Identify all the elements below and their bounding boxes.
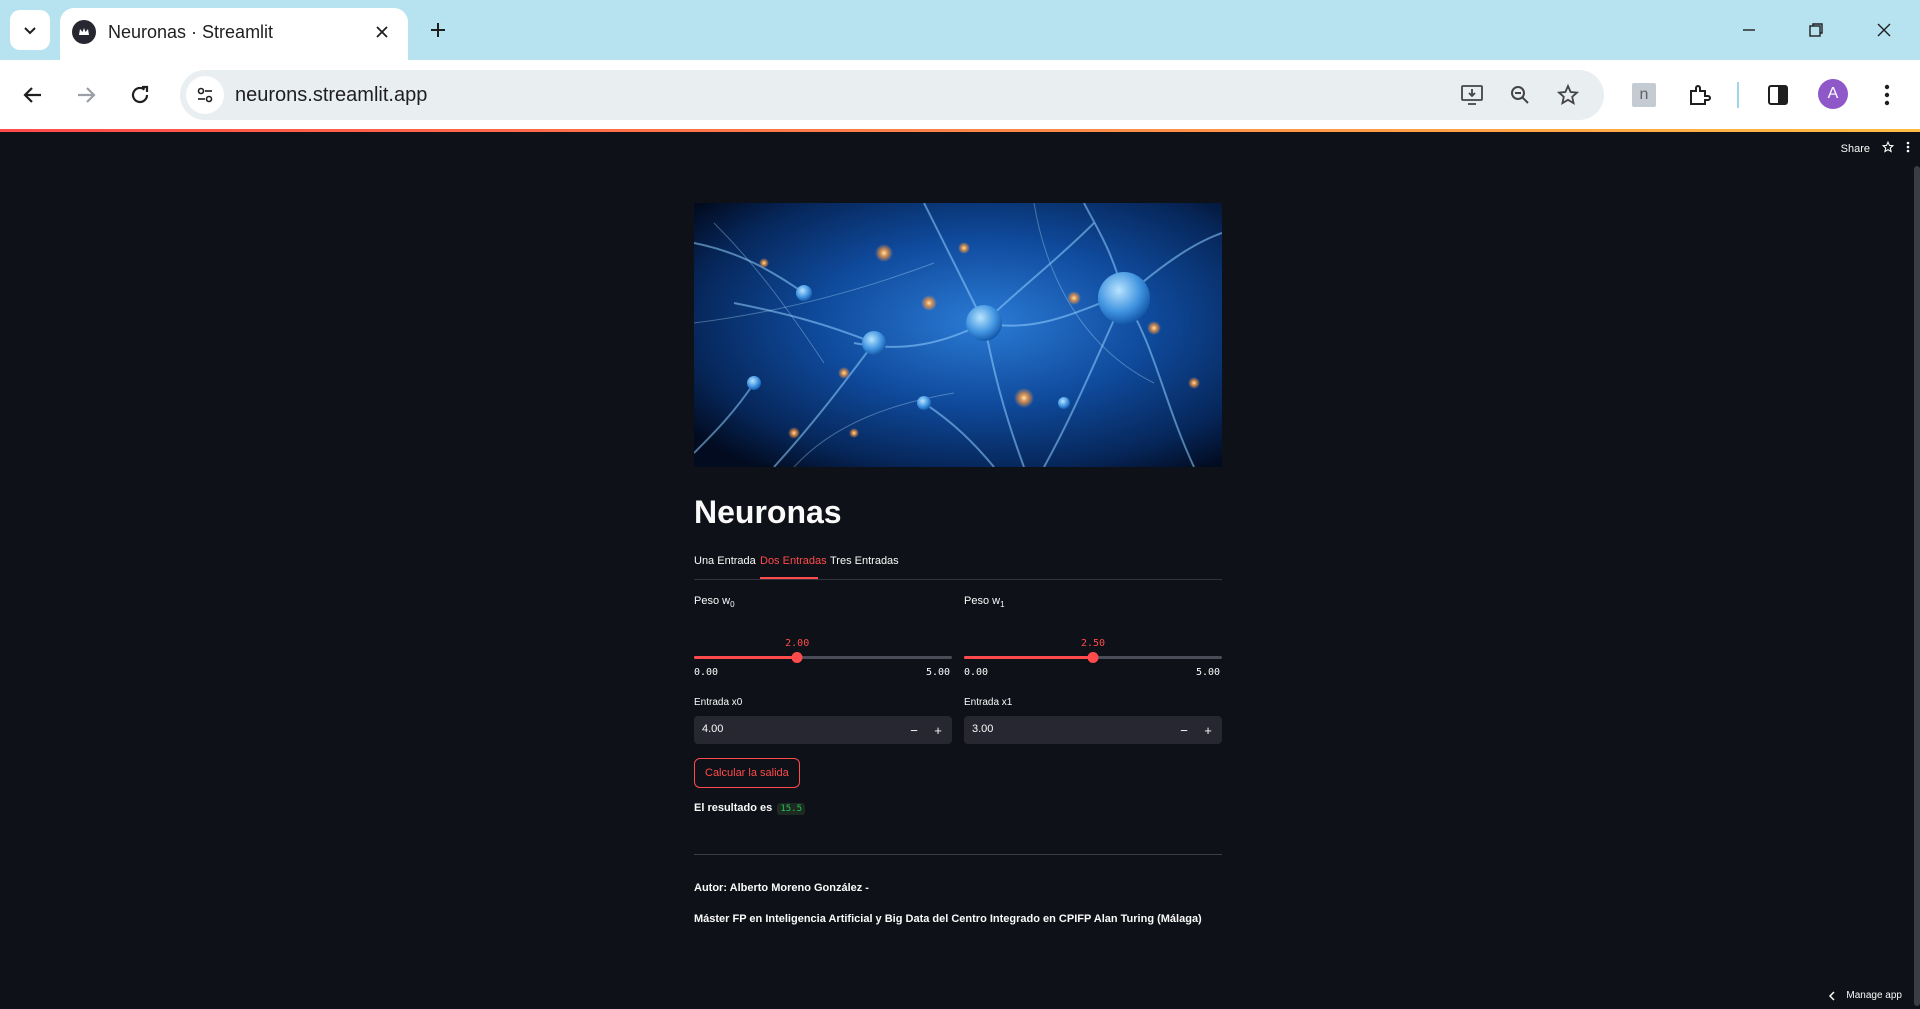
manage-app-label: Manage app bbox=[1846, 990, 1902, 1001]
input-x0-value[interactable]: 4.00 bbox=[702, 723, 723, 735]
side-panel-icon[interactable] bbox=[1761, 78, 1795, 112]
manage-app-button[interactable]: Manage app bbox=[1828, 990, 1902, 1001]
weight-w0-label: Peso w0 bbox=[694, 595, 735, 610]
zoom-icon[interactable] bbox=[1505, 80, 1535, 110]
input-x0-field[interactable]: 4.00 − + bbox=[694, 716, 952, 744]
browser-tab[interactable]: Neuronas · Streamlit bbox=[60, 8, 408, 60]
input-x1-field[interactable]: 3.00 − + bbox=[964, 716, 1222, 744]
close-tab-icon[interactable] bbox=[368, 18, 396, 46]
weight-w1-value: 2.50 bbox=[1080, 638, 1106, 649]
weight-w0-max: 5.00 bbox=[926, 667, 951, 678]
tab-tres-entradas[interactable]: Tres Entradas bbox=[830, 554, 899, 568]
tab-dos-entradas[interactable]: Dos Entradas bbox=[760, 554, 827, 568]
result-label: El resultado es bbox=[694, 802, 773, 814]
input-x0-decrement-button[interactable]: − bbox=[904, 720, 924, 740]
minimize-window-icon[interactable] bbox=[1727, 12, 1771, 48]
weight-w0-value: 2.00 bbox=[785, 638, 810, 649]
input-x1-decrement-button[interactable]: − bbox=[1174, 720, 1194, 740]
browser-menu-kebab-icon[interactable] bbox=[1870, 78, 1904, 112]
install-app-icon[interactable] bbox=[1457, 80, 1487, 110]
new-tab-plus-icon[interactable] bbox=[420, 14, 456, 46]
forward-arrow-icon[interactable] bbox=[66, 75, 106, 115]
page-title: Neuronas bbox=[694, 494, 842, 530]
calculate-output-button[interactable]: Calcular la salida bbox=[694, 758, 800, 788]
weight-w0-slider-thumb[interactable] bbox=[791, 652, 803, 663]
back-arrow-icon[interactable] bbox=[13, 75, 53, 115]
extensions-puzzle-icon[interactable] bbox=[1682, 78, 1716, 112]
input-x0-label: Entrada x0 bbox=[694, 697, 743, 708]
tab-search-button[interactable] bbox=[10, 10, 50, 50]
footer-program: Máster FP en Inteligencia Artificial y B… bbox=[694, 913, 1202, 925]
site-info-icon[interactable] bbox=[186, 76, 224, 114]
footer-author: Autor: Alberto Moreno González - bbox=[694, 882, 869, 894]
star-icon[interactable] bbox=[1881, 140, 1895, 158]
input-x1-increment-button[interactable]: + bbox=[1198, 720, 1218, 740]
weight-w1-max: 5.00 bbox=[1196, 667, 1221, 678]
weight-w0-slider-fill bbox=[694, 656, 798, 659]
tab-title: Neuronas · Streamlit bbox=[108, 22, 274, 42]
reload-icon[interactable] bbox=[120, 75, 160, 115]
neurons-hero-image bbox=[694, 203, 1222, 467]
weight-w1-slider-thumb[interactable] bbox=[1087, 652, 1099, 663]
result-value: 15.5 bbox=[777, 803, 806, 815]
address-bar[interactable]: neurons.streamlit.app bbox=[180, 70, 1604, 120]
restore-window-icon[interactable] bbox=[1794, 12, 1838, 48]
share-button[interactable]: Share bbox=[1841, 143, 1870, 155]
app-header-actions: Share bbox=[1841, 140, 1910, 158]
app-menu-kebab-icon[interactable] bbox=[1906, 140, 1910, 158]
footer-divider bbox=[694, 854, 1222, 855]
input-x1-value[interactable]: 3.00 bbox=[972, 723, 993, 735]
tab-una-entrada[interactable]: Una Entrada bbox=[694, 554, 756, 568]
browser-tab-strip: Neuronas · Streamlit bbox=[0, 0, 1920, 60]
browser-toolbar: neurons.streamlit.app n A bbox=[0, 60, 1920, 130]
bookmark-star-icon[interactable] bbox=[1553, 80, 1583, 110]
profile-avatar[interactable]: A bbox=[1818, 79, 1848, 109]
scrollbar[interactable] bbox=[1914, 166, 1920, 1006]
weight-w1-slider[interactable] bbox=[964, 652, 1222, 663]
input-x0-increment-button[interactable]: + bbox=[928, 720, 948, 740]
active-tab-indicator bbox=[760, 577, 818, 579]
url-text[interactable]: neurons.streamlit.app bbox=[235, 83, 427, 107]
streamlit-app: Share Neuronas Una Entrada Dos Entradas … bbox=[0, 132, 1920, 1009]
chevron-down-icon bbox=[24, 27, 36, 35]
weight-w1-min: 0.00 bbox=[964, 667, 989, 678]
result-line: El resultado es 15.5 bbox=[694, 802, 806, 815]
toolbar-separator bbox=[1737, 82, 1739, 108]
weight-w0-min: 0.00 bbox=[694, 667, 719, 678]
close-window-icon[interactable] bbox=[1862, 12, 1906, 48]
input-count-tabs: Una Entrada Dos Entradas Tres Entradas bbox=[694, 550, 1222, 580]
weight-w0-slider[interactable] bbox=[694, 652, 952, 663]
streamlit-crown-icon bbox=[72, 20, 96, 44]
chevron-left-icon bbox=[1829, 990, 1835, 1001]
weight-w1-label: Peso w1 bbox=[964, 595, 1005, 610]
input-x1-label: Entrada x1 bbox=[964, 697, 1013, 708]
extension-n-icon[interactable]: n bbox=[1627, 78, 1661, 112]
weight-w1-slider-fill bbox=[964, 656, 1093, 659]
